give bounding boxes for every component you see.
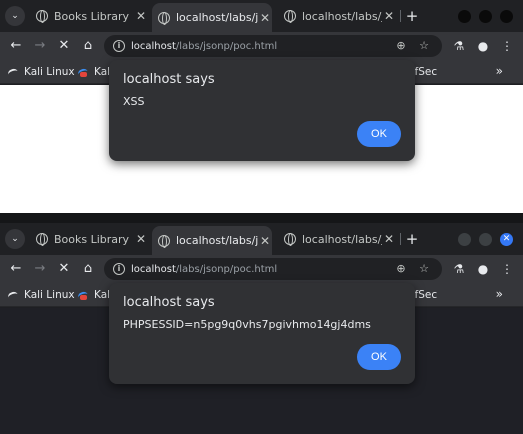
url-host: localhost: [131, 263, 176, 275]
back-icon[interactable]: ←: [6, 36, 26, 56]
ok-button[interactable]: OK: [357, 121, 401, 147]
bookmark-kali-linux[interactable]: Kali Linux: [8, 287, 75, 303]
url-host: localhost: [131, 40, 176, 52]
home-icon[interactable]: ⌂: [78, 259, 98, 279]
url-path: /labs/jsonp/poc.html: [175, 40, 278, 52]
back-icon[interactable]: ←: [6, 259, 26, 279]
profile-icon[interactable]: ●: [474, 36, 492, 56]
labs-flask-icon[interactable]: ⚗: [450, 259, 468, 279]
close-tab-icon[interactable]: ✕: [258, 11, 272, 25]
forward-icon[interactable]: →: [30, 36, 50, 56]
maximize-button[interactable]: [479, 233, 492, 246]
close-window-button[interactable]: [500, 10, 513, 23]
ok-button[interactable]: OK: [357, 344, 401, 370]
kali-tools-icon: [78, 290, 89, 301]
menu-icon[interactable]: ⋮: [498, 259, 516, 279]
dialog-title: localhost says: [123, 295, 215, 310]
more-bookmarks-icon[interactable]: »: [496, 64, 503, 78]
url-path: /labs/jsonp/poc.html: [175, 263, 278, 275]
browser-window-bottom: ⌄ Books Library ✕ localhost/labs/js ✕ lo…: [0, 223, 523, 434]
more-bookmarks-icon[interactable]: »: [496, 287, 503, 301]
browser-window-top: ⌄ Books Library ✕ localhost/labs/js ✕ lo…: [0, 0, 523, 213]
globe-icon: [284, 10, 296, 23]
close-window-button[interactable]: ✕: [500, 233, 513, 246]
site-info-icon[interactable]: i: [113, 263, 125, 275]
labs-flask-icon[interactable]: ⚗: [450, 36, 468, 56]
bookmark-kali-tools[interactable]: Kali: [78, 64, 113, 80]
close-tab-icon[interactable]: ✕: [258, 234, 272, 248]
site-info-icon[interactable]: i: [113, 40, 125, 52]
dialog-message: PHPSESSID=n5pg9q0vhs7pgivhmo14gj4dms: [123, 318, 371, 331]
tab-books-library[interactable]: Books Library ✕: [30, 227, 148, 251]
alert-dialog: localhost says XSS OK: [109, 60, 415, 161]
loading-icon: [158, 234, 170, 248]
address-bar[interactable]: i localhost /labs/jsonp/poc.html ⊕ ☆: [104, 35, 442, 57]
minimize-button[interactable]: [458, 233, 471, 246]
forward-icon[interactable]: →: [30, 259, 50, 279]
bookmark-label: Kali Linux: [24, 66, 75, 78]
new-tab-button[interactable]: +: [403, 230, 421, 248]
tab-title: localhost/labs/js: [302, 9, 382, 23]
globe-icon: [36, 10, 48, 23]
bookmark-kali-linux[interactable]: Kali Linux: [8, 64, 75, 80]
dialog-message: XSS: [123, 95, 145, 108]
tab-separator: [400, 10, 401, 22]
bookmark-star-icon[interactable]: ☆: [417, 262, 431, 275]
alert-dialog: localhost says PHPSESSID=n5pg9q0vhs7pgiv…: [109, 283, 415, 384]
close-tab-icon[interactable]: ✕: [134, 232, 148, 246]
tab-search-button[interactable]: ⌄: [5, 6, 25, 26]
tab-title: localhost/labs/js: [176, 11, 258, 24]
toolbar: ← → ✕ ⌂ i localhost /labs/jsonp/poc.html…: [0, 255, 523, 283]
globe-icon: [36, 233, 48, 246]
globe-icon: [158, 11, 170, 25]
tab-localhost-active[interactable]: localhost/labs/js ✕: [152, 226, 272, 255]
tab-localhost[interactable]: localhost/labs/js ✕: [278, 4, 396, 28]
bookmark-kali-tools[interactable]: Kali: [78, 287, 113, 303]
zoom-icon[interactable]: ⊕: [394, 262, 408, 275]
close-tab-icon[interactable]: ✕: [382, 232, 396, 246]
screenshot-divider: [0, 213, 523, 223]
address-bar[interactable]: i localhost /labs/jsonp/poc.html ⊕ ☆: [104, 258, 442, 280]
stop-icon[interactable]: ✕: [54, 259, 74, 279]
tab-title: Books Library: [54, 9, 130, 23]
bookmark-label: Kali Linux: [24, 289, 75, 301]
maximize-button[interactable]: [479, 10, 492, 23]
kali-dragon-icon: [8, 67, 19, 78]
kali-tools-icon: [78, 67, 89, 78]
tab-localhost[interactable]: localhost/labs/js ✕: [278, 227, 396, 251]
zoom-icon[interactable]: ⊕: [394, 39, 408, 52]
tab-localhost-active[interactable]: localhost/labs/js ✕: [152, 3, 272, 32]
tab-title: Books Library: [54, 232, 130, 246]
new-tab-button[interactable]: +: [403, 7, 421, 25]
menu-icon[interactable]: ⋮: [498, 36, 516, 56]
tab-strip: ⌄ Books Library ✕ localhost/labs/js ✕ lo…: [0, 223, 523, 255]
bookmark-star-icon[interactable]: ☆: [417, 39, 431, 52]
profile-icon[interactable]: ●: [474, 259, 492, 279]
dialog-title: localhost says: [123, 72, 215, 87]
minimize-button[interactable]: [458, 10, 471, 23]
toolbar: ← → ✕ ⌂ i localhost /labs/jsonp/poc.html…: [0, 32, 523, 60]
close-tab-icon[interactable]: ✕: [382, 9, 396, 23]
close-tab-icon[interactable]: ✕: [134, 9, 148, 23]
tab-separator: [400, 233, 401, 245]
tab-search-button[interactable]: ⌄: [5, 229, 25, 249]
tab-strip: ⌄ Books Library ✕ localhost/labs/js ✕ lo…: [0, 0, 523, 32]
stop-icon[interactable]: ✕: [54, 36, 74, 56]
tab-books-library[interactable]: Books Library ✕: [30, 4, 148, 28]
home-icon[interactable]: ⌂: [78, 36, 98, 56]
kali-dragon-icon: [8, 290, 19, 301]
tab-title: localhost/labs/js: [302, 232, 382, 246]
tab-title: localhost/labs/js: [176, 234, 258, 247]
globe-icon: [284, 233, 296, 246]
